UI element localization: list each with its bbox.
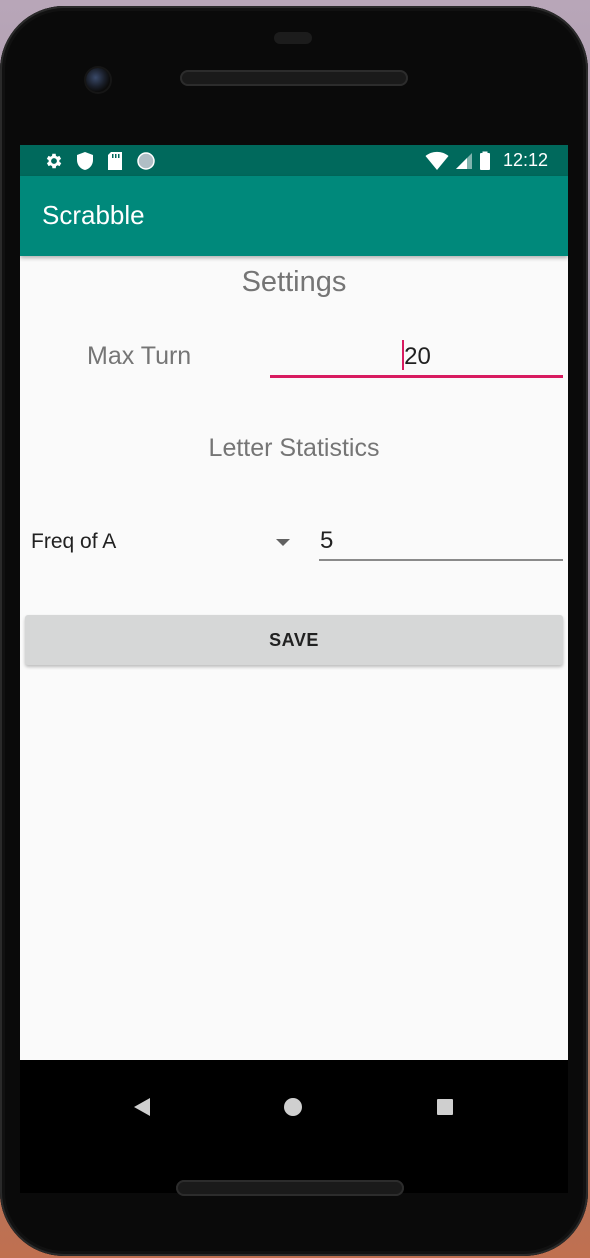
front-camera bbox=[86, 68, 110, 92]
shield-icon bbox=[77, 152, 93, 170]
screen: 12:12 Scrabble Settings Max Turn 20 Lett… bbox=[20, 145, 568, 1193]
top-speaker bbox=[180, 70, 408, 86]
letter-statistics-title: Letter Statistics bbox=[208, 434, 380, 462]
back-icon[interactable] bbox=[134, 1098, 150, 1116]
letter-frequency-selected: Freq of A bbox=[31, 530, 117, 553]
home-icon[interactable] bbox=[284, 1098, 302, 1116]
battery-icon bbox=[479, 151, 490, 170]
circle-icon bbox=[137, 152, 155, 170]
app-title: Scrabble bbox=[42, 200, 145, 230]
bottom-speaker bbox=[176, 1180, 404, 1196]
letter-frequency-dropdown[interactable]: Freq of A bbox=[30, 526, 302, 558]
wifi-icon bbox=[425, 151, 449, 170]
phone-device-frame: 12:12 Scrabble Settings Max Turn 20 Lett… bbox=[0, 6, 588, 1256]
page-title: Settings bbox=[241, 266, 347, 298]
status-bar: 12:12 bbox=[20, 145, 568, 176]
max-turn-value: 20 bbox=[404, 343, 431, 370]
save-button[interactable]: SAVE bbox=[25, 615, 563, 665]
settings-icon bbox=[46, 153, 62, 169]
status-icons-left bbox=[44, 151, 156, 171]
status-time: 12:12 bbox=[502, 150, 548, 170]
navigation-bar bbox=[20, 1060, 568, 1193]
dropdown-arrow-icon bbox=[276, 539, 290, 546]
top-sensor bbox=[274, 32, 312, 44]
app-bar: Scrabble bbox=[20, 176, 568, 256]
recents-icon[interactable] bbox=[437, 1099, 453, 1115]
settings-content: Settings Max Turn 20 Letter Statistics F… bbox=[20, 256, 568, 1060]
sd-card-icon bbox=[108, 152, 122, 170]
signal-icon bbox=[455, 152, 472, 169]
max-turn-input[interactable]: 20 bbox=[270, 338, 563, 378]
status-icons-right: 12:12 bbox=[425, 150, 548, 171]
max-turn-label: Max Turn bbox=[87, 342, 192, 370]
frequency-input[interactable]: 5 bbox=[319, 524, 563, 561]
